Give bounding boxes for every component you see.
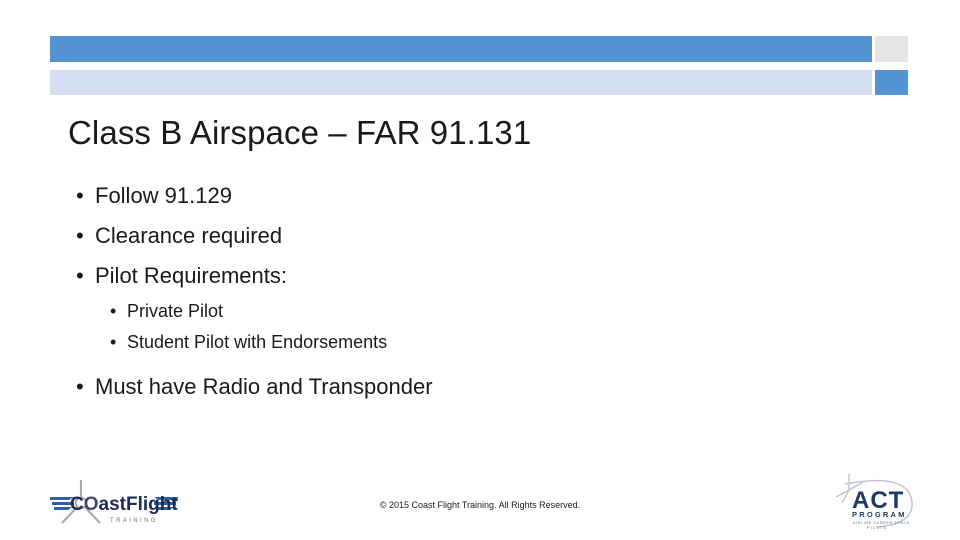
bullet-item-level2: • Private Pilot	[60, 296, 890, 327]
bullet-text: Clearance required	[95, 223, 283, 248]
act-program-logo-graphic: ACT PROGRAM AIRLINE CAREER TRACK PILOTS	[835, 474, 913, 530]
bullet-text: Student Pilot with Endorsements	[127, 332, 388, 352]
act-tagline-line1: AIRLINE CAREER TRACK	[853, 521, 910, 525]
bullet-glyph-icon: •	[76, 183, 84, 208]
bullet-item-level2: • Student Pilot with Endorsements	[60, 327, 890, 358]
header-accent-block-blue	[875, 70, 908, 95]
wordmark-rest: astFlight	[99, 494, 179, 515]
coast-flight-logo: COastFlight TRAINING	[48, 477, 180, 529]
wordmark-o: O	[84, 494, 99, 515]
header-banner	[0, 0, 960, 100]
act-subtitle: PROGRAM	[852, 510, 907, 519]
bullet-item-level1: • Clearance required	[60, 216, 890, 256]
bullet-glyph-icon: •	[110, 332, 117, 352]
bullet-list: • Follow 91.129 • Clearance required • P…	[60, 176, 890, 407]
bullet-item-level1: • Must have Radio and Transponder	[60, 367, 890, 407]
slide-title: Class B Airspace – FAR 91.131	[68, 114, 532, 151]
bullet-text: Must have Radio and Transponder	[95, 374, 433, 399]
bullet-glyph-icon: •	[76, 223, 84, 248]
bullet-text: Follow 91.129	[95, 183, 232, 208]
header-accent-block-gray	[875, 36, 908, 62]
bullet-glyph-icon: •	[110, 301, 117, 321]
slide-body-content: • Follow 91.129 • Clearance required • P…	[60, 176, 890, 407]
coast-flight-subtitle: TRAINING	[110, 518, 158, 524]
bullet-text: Pilot Requirements:	[95, 263, 287, 288]
act-program-logo: ACT PROGRAM AIRLINE CAREER TRACK PILOTS	[833, 470, 923, 534]
header-bar-top	[50, 36, 872, 62]
coast-flight-wordmark: COastFlight	[70, 494, 178, 515]
coast-flight-logo-graphic: COastFlight TRAINING	[50, 480, 178, 524]
bullet-text: Private Pilot	[127, 301, 224, 321]
act-tagline-line2: PILOTS	[867, 526, 887, 530]
bullet-glyph-icon: •	[76, 263, 84, 288]
bullet-spacer	[60, 358, 890, 367]
bullet-glyph-icon: •	[76, 374, 84, 399]
wordmark-lead: C	[70, 494, 84, 515]
bullet-item-level1: • Follow 91.129	[60, 176, 890, 216]
header-bar-bottom	[50, 70, 872, 95]
bullet-item-level1: • Pilot Requirements:	[60, 256, 890, 296]
